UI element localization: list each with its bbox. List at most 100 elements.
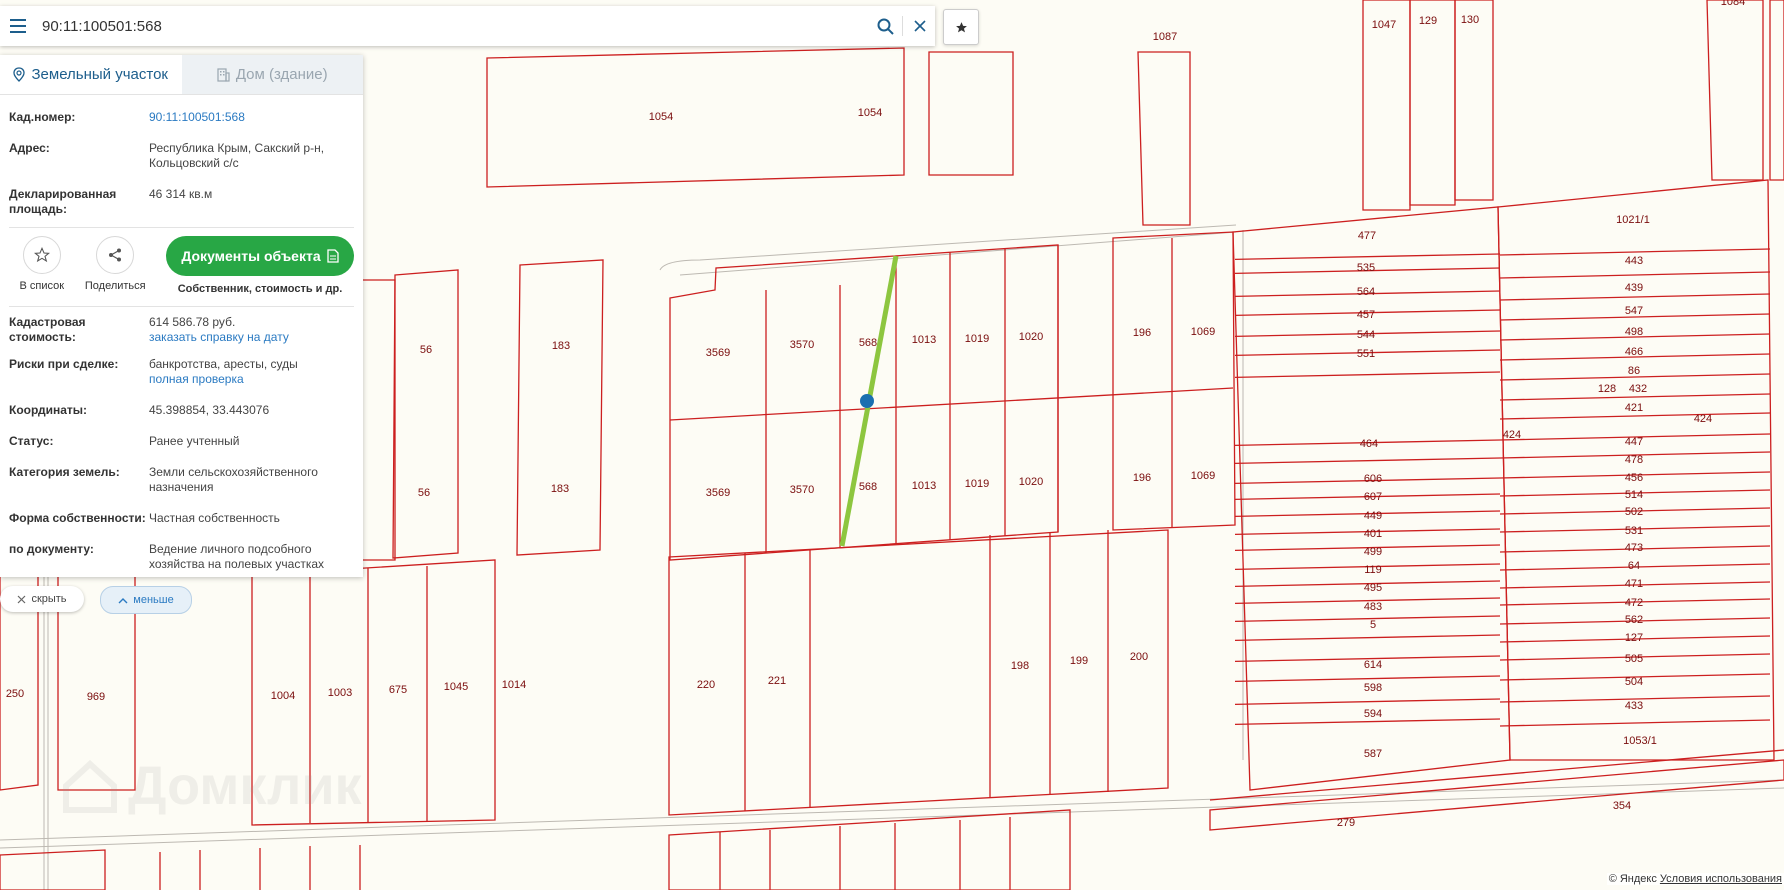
parcel-label: 401 <box>1364 528 1382 540</box>
parcel-label: 3569 <box>706 487 730 499</box>
parcel-polygon <box>1499 271 1771 279</box>
risks-row: Риски при сделке: банкротства, аресты, с… <box>0 357 363 387</box>
parcel-label: 439 <box>1625 282 1643 294</box>
parcel-label: 505 <box>1625 653 1643 665</box>
parcel-label: 568 <box>859 337 877 349</box>
parcel-label: 472 <box>1625 597 1643 609</box>
clear-button[interactable] <box>905 6 935 46</box>
close-icon <box>18 595 26 603</box>
parcel-label: 1087 <box>1153 31 1177 43</box>
save-to-list-button[interactable]: В список <box>9 236 75 292</box>
parcel-polygon <box>1499 719 1771 727</box>
status-row: Статус: Ранее учтенный <box>0 434 363 449</box>
parcel-polygon <box>1499 293 1771 301</box>
divider <box>9 306 354 307</box>
status-label: Статус: <box>9 434 54 448</box>
share-label: Поделиться <box>84 280 146 292</box>
cad-number-value[interactable]: 90:11:100501:568 <box>149 110 354 125</box>
parcel-label: 1003 <box>328 687 352 699</box>
parcel-polygon <box>1234 371 1501 379</box>
info-card: Земельный участок Дом (здание) Кад.номер… <box>0 55 363 577</box>
parcel-polygon <box>1234 615 1501 623</box>
parcel-label: 183 <box>552 340 570 352</box>
terms-link[interactable]: Условия использования <box>1660 873 1782 885</box>
collapse-label: меньше <box>133 594 174 606</box>
area-row: Декларированная площадь: 46 314 кв.м <box>0 187 363 217</box>
tab-bar: Земельный участок Дом (здание) <box>0 55 363 95</box>
area-label: Декларированная площадь: <box>9 187 117 216</box>
divider <box>9 227 354 228</box>
hide-button[interactable]: скрыть <box>0 586 84 612</box>
full-check-link[interactable]: полная проверка <box>149 372 354 387</box>
parcel-label: 56 <box>420 344 432 356</box>
search-button[interactable] <box>870 6 900 46</box>
parcel-label: 64 <box>1628 560 1640 572</box>
parcel-label: 1020 <box>1019 476 1043 488</box>
risks-label: Риски при сделке: <box>9 357 119 371</box>
parcel-label: 531 <box>1625 525 1643 537</box>
parcel-label: 598 <box>1364 682 1382 694</box>
cost-order-link[interactable]: заказать справку на дату <box>149 330 354 345</box>
documents-subtitle: Собственник, стоимость и др. <box>177 283 343 295</box>
menu-icon <box>10 19 26 33</box>
parcel-label: 127 <box>1625 632 1643 644</box>
documents-button[interactable]: Документы объекта <box>166 236 354 276</box>
cost-row: Кадастровая стоимость: 614 586.78 руб. з… <box>0 315 363 345</box>
tab-land[interactable]: Земельный участок <box>0 55 182 94</box>
parcel-label: 544 <box>1357 329 1375 341</box>
parcel-polygon <box>0 849 106 890</box>
parcel-label: 200 <box>1130 651 1148 663</box>
search-bar <box>0 6 935 46</box>
save-to-list-label: В список <box>19 280 65 292</box>
parcel-label: 547 <box>1625 305 1643 317</box>
favorite-button[interactable] <box>943 9 979 45</box>
parcel-polygon <box>1234 457 1501 465</box>
cost-value: 614 586.78 руб. <box>149 315 236 329</box>
ownership-value: Частная собственность <box>149 511 280 525</box>
parcel-polygon <box>1234 634 1501 642</box>
parcel-label: 1019 <box>965 333 989 345</box>
parcel-label: 198 <box>1011 660 1029 672</box>
parcel-label: 1020 <box>1019 331 1043 343</box>
menu-button[interactable] <box>0 6 36 46</box>
parcel-label: 456 <box>1625 472 1643 484</box>
parcel-label: 250 <box>6 688 24 700</box>
search-input[interactable] <box>36 7 870 45</box>
building-icon <box>217 67 230 82</box>
parcel-label: 969 <box>87 691 105 703</box>
parcel-label: 564 <box>1357 286 1375 298</box>
collapse-button[interactable]: меньше <box>100 586 192 614</box>
parcel-polygon <box>516 259 604 556</box>
address-label: Адрес: <box>9 141 50 155</box>
parcel-label: 551 <box>1357 348 1375 360</box>
coordinates-value: 45.398854, 33.443076 <box>149 403 270 417</box>
category-row: Категория земель: Земли сельскохозяйстве… <box>0 465 363 495</box>
parcel-label: 477 <box>1358 230 1376 242</box>
parcel-label: 614 <box>1364 659 1382 671</box>
parcel-label: 1013 <box>912 480 936 492</box>
map-copyright: © Яндекс Условия использования <box>1606 873 1784 885</box>
parcel-label: 128 <box>1598 383 1616 395</box>
document-use-label: по документу: <box>9 542 94 556</box>
parcel-label: 499 <box>1364 546 1382 558</box>
parcel-polygon <box>1706 0 1764 181</box>
parcel-label: 354 <box>1613 800 1631 812</box>
pin-icon <box>13 67 26 82</box>
parcel-polygon <box>1497 179 1775 761</box>
close-icon <box>914 20 926 32</box>
parcel-label: 1069 <box>1191 470 1215 482</box>
parcel-label: 447 <box>1625 436 1643 448</box>
watermark-text: Домклик <box>128 756 362 816</box>
parcel-label: 464 <box>1360 438 1378 450</box>
parcel-label: 3569 <box>706 347 730 359</box>
location-marker[interactable] <box>860 394 874 408</box>
parcel-label: 421 <box>1625 402 1643 414</box>
parcel-label: 1045 <box>444 681 468 693</box>
parcel-label: 1053/1 <box>1623 735 1657 747</box>
parcel-label: 504 <box>1625 676 1643 688</box>
share-button[interactable]: Поделиться <box>83 236 149 292</box>
documents-block: Документы объекта Собственник, стоимость… <box>166 236 354 295</box>
parcel-label: 183 <box>551 483 569 495</box>
tab-house[interactable]: Дом (здание) <box>181 55 363 94</box>
parcel-label: 1004 <box>271 690 295 702</box>
